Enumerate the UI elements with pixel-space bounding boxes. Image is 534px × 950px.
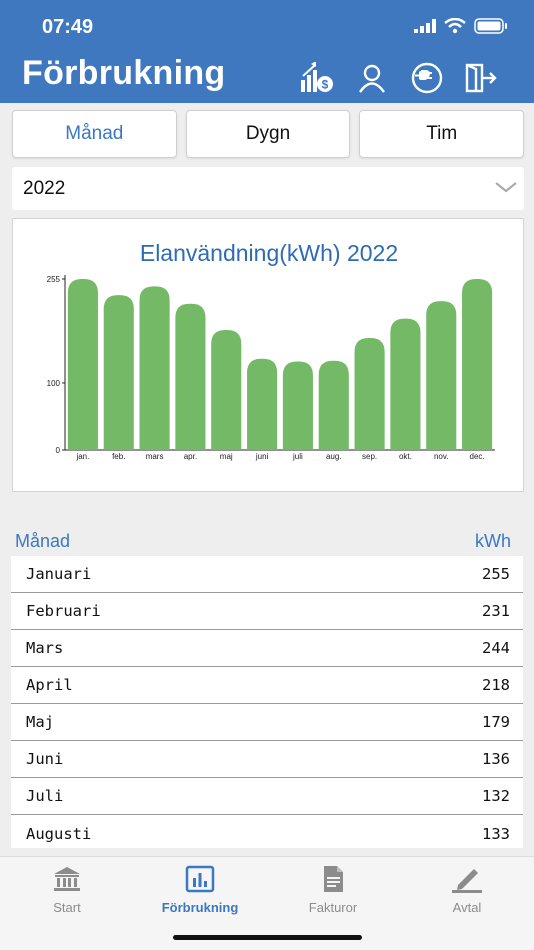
period-tabs: Månad Dygn Tim — [12, 110, 525, 158]
chart-bar — [103, 295, 134, 450]
pen-icon — [450, 865, 484, 896]
logout-icon[interactable] — [463, 60, 499, 96]
app-header: 07:49 Förbrukning $ — [0, 0, 534, 103]
list-header-month: Månad — [15, 531, 71, 551]
tabbar-item-invoices[interactable]: Fakturor — [273, 865, 393, 915]
row-kwh: 132 — [482, 787, 510, 805]
x-tick-label: nov. — [434, 452, 449, 461]
row-month: Januari — [26, 565, 92, 583]
bank-icon — [52, 865, 82, 896]
chart-bar — [282, 361, 313, 450]
x-tick-label: sep. — [362, 452, 377, 461]
list-row[interactable]: Maj 179 — [11, 704, 523, 741]
tabbar-item-consumption[interactable]: Förbrukning — [140, 865, 260, 915]
home-indicator — [173, 935, 362, 940]
status-icons — [414, 17, 508, 39]
x-tick-label: juli — [292, 452, 303, 461]
list-row[interactable]: Juli 132 — [11, 778, 523, 815]
consumption-list: Januari 255 Februari 231 Mars 244 April 218 … — [11, 556, 523, 848]
row-kwh: 133 — [482, 824, 510, 843]
price-chart-icon[interactable]: $ — [298, 60, 334, 96]
battery-icon — [474, 18, 508, 39]
row-kwh: 255 — [482, 565, 510, 583]
x-tick-label: apr. — [184, 452, 197, 461]
row-month: Juli — [26, 787, 64, 805]
row-month: Juni — [26, 750, 64, 768]
user-icon[interactable] — [354, 60, 390, 96]
chart-bar — [318, 360, 349, 450]
list-row[interactable]: Januari 255 — [11, 556, 523, 593]
chart-bar — [462, 279, 493, 450]
list-header-unit: kWh — [475, 531, 511, 551]
list-row[interactable]: April 218 — [11, 667, 523, 704]
row-kwh: 179 — [482, 713, 510, 731]
chart-title: Elanvändning(kWh) 2022 — [140, 240, 398, 266]
plug-icon[interactable] — [409, 60, 445, 96]
y-tick-label: 255 — [47, 275, 61, 284]
row-kwh: 244 — [482, 639, 510, 657]
x-tick-label: aug. — [326, 452, 342, 461]
signal-icon — [414, 19, 436, 38]
list-row[interactable]: Februari 231 — [11, 593, 523, 630]
x-tick-label: mars — [146, 452, 164, 461]
status-time: 07:49 — [42, 16, 94, 38]
tab-hour[interactable]: Tim — [359, 110, 525, 158]
tabbar-label: Fakturor — [308, 900, 358, 915]
chart-bar — [139, 286, 170, 450]
x-tick-label: jan. — [75, 452, 89, 461]
x-tick-label: dec. — [470, 452, 485, 461]
chart-bar — [247, 358, 278, 450]
tab-day[interactable]: Dygn — [185, 110, 351, 158]
chart-bar — [211, 329, 242, 450]
year-value: 2022 — [23, 177, 66, 199]
tabbar-item-start[interactable]: Start — [7, 865, 127, 915]
row-month: April — [26, 676, 73, 694]
x-tick-label: juni — [255, 452, 269, 461]
row-month: Augusti — [26, 824, 92, 843]
year-dropdown[interactable]: 2022 — [12, 167, 524, 210]
tabbar-label: Start — [53, 900, 81, 915]
tabbar-label: Förbrukning — [161, 900, 239, 915]
row-kwh: 136 — [482, 750, 510, 768]
x-tick-label: feb. — [112, 452, 125, 461]
chart-bar — [390, 318, 421, 450]
chart-card: Elanvändning(kWh) 2022 0 100 255 jan. feb. ma… — [12, 218, 524, 492]
consumption-chart: Elanvändning(kWh) 2022 0 100 255 jan. feb. ma… — [47, 240, 495, 461]
list-row[interactable]: Mars 244 — [11, 630, 523, 667]
page-title: Förbrukning — [22, 54, 226, 92]
x-tick-label: maj — [220, 452, 233, 461]
wifi-icon — [444, 17, 466, 39]
row-month: Maj — [26, 713, 54, 731]
chart-bar — [175, 303, 206, 450]
svg-text:$: $ — [322, 78, 329, 92]
row-kwh: 218 — [482, 676, 510, 694]
list-header: Månad kWh — [15, 531, 511, 552]
row-month: Februari — [26, 602, 101, 620]
y-tick-label: 0 — [56, 446, 61, 455]
row-kwh: 231 — [482, 602, 510, 620]
chevron-down-icon — [494, 177, 518, 203]
chart-bar — [67, 279, 98, 450]
chart-icon — [185, 865, 215, 896]
chart-bar — [354, 338, 385, 450]
tab-month[interactable]: Månad — [12, 110, 177, 158]
x-tick-label: okt. — [399, 452, 412, 461]
tabbar-label: Avtal — [452, 900, 482, 915]
tabbar-item-contract[interactable]: Avtal — [407, 865, 527, 915]
chart-bar — [426, 301, 457, 450]
list-row[interactable]: Augusti 133 — [11, 815, 523, 848]
list-row[interactable]: Juni 136 — [11, 741, 523, 778]
document-icon — [318, 865, 348, 896]
row-month: Mars — [26, 639, 64, 657]
y-tick-label: 100 — [47, 379, 61, 388]
